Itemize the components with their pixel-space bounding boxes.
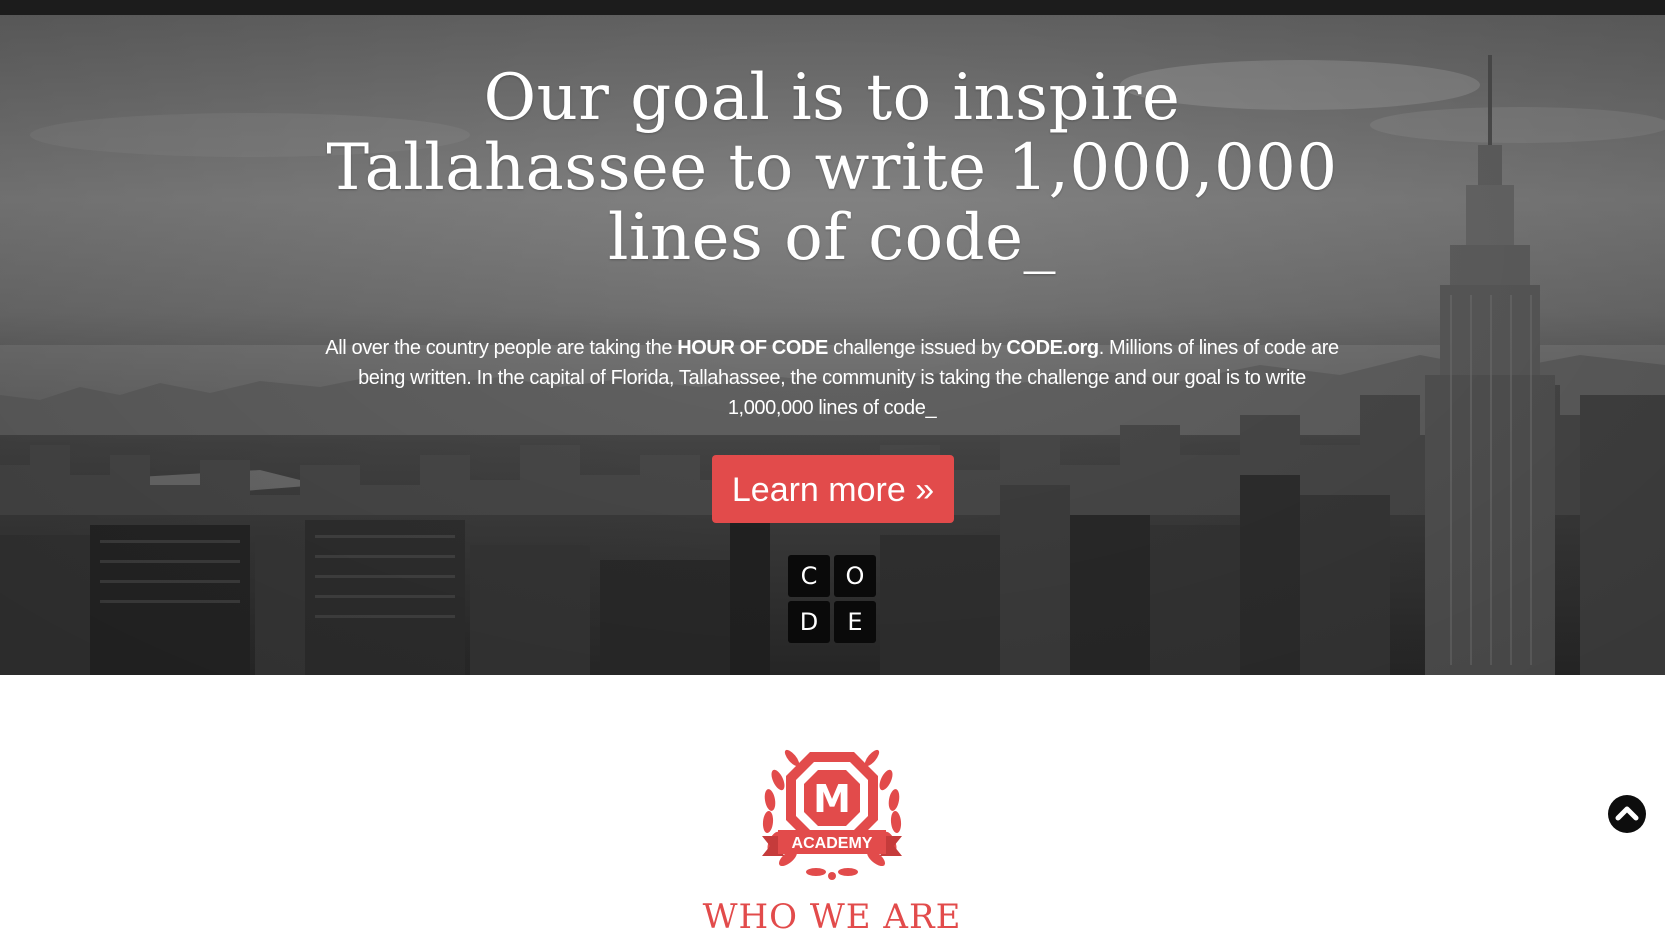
code-logo-letter-e: E (834, 601, 876, 643)
chevron-up-icon (1615, 806, 1639, 821)
hero-section: Our goal is to inspire Tallahassee to wr… (0, 15, 1665, 675)
intro-text-part-2: challenge issued by (827, 337, 1007, 359)
hour-of-code-emphasis: HOUR OF CODE (677, 337, 828, 359)
hero-intro-text: All over the country people are taking t… (322, 333, 1342, 423)
code-logo-letter-d: D (788, 601, 830, 643)
who-we-are-heading: WHO WE ARE (702, 897, 962, 937)
learn-more-button[interactable]: Learn more » (712, 455, 954, 523)
code-org-emphasis: CODE.org (1006, 337, 1099, 359)
code-logo-letter-c: C (788, 555, 830, 597)
hero-headline: Our goal is to inspire Tallahassee to wr… (282, 63, 1382, 273)
headline-line-3: lines of code_ (608, 201, 1056, 275)
code-logo-letter-o: O (834, 555, 876, 597)
badge-letter: M (813, 777, 851, 821)
code-org-logo: C O D E (788, 555, 880, 647)
top-nav-bar (0, 0, 1665, 15)
intro-text-part-1: All over the country people are taking t… (325, 337, 678, 359)
academy-badge-logo: M ACADEMY (762, 749, 902, 880)
headline-line-2: Tallahassee to write 1,000,000 (326, 131, 1338, 205)
scroll-to-top-button[interactable] (1608, 795, 1646, 833)
badge-ribbon-text: ACADEMY (792, 835, 873, 852)
headline-line-1: Our goal is to inspire (483, 61, 1181, 135)
